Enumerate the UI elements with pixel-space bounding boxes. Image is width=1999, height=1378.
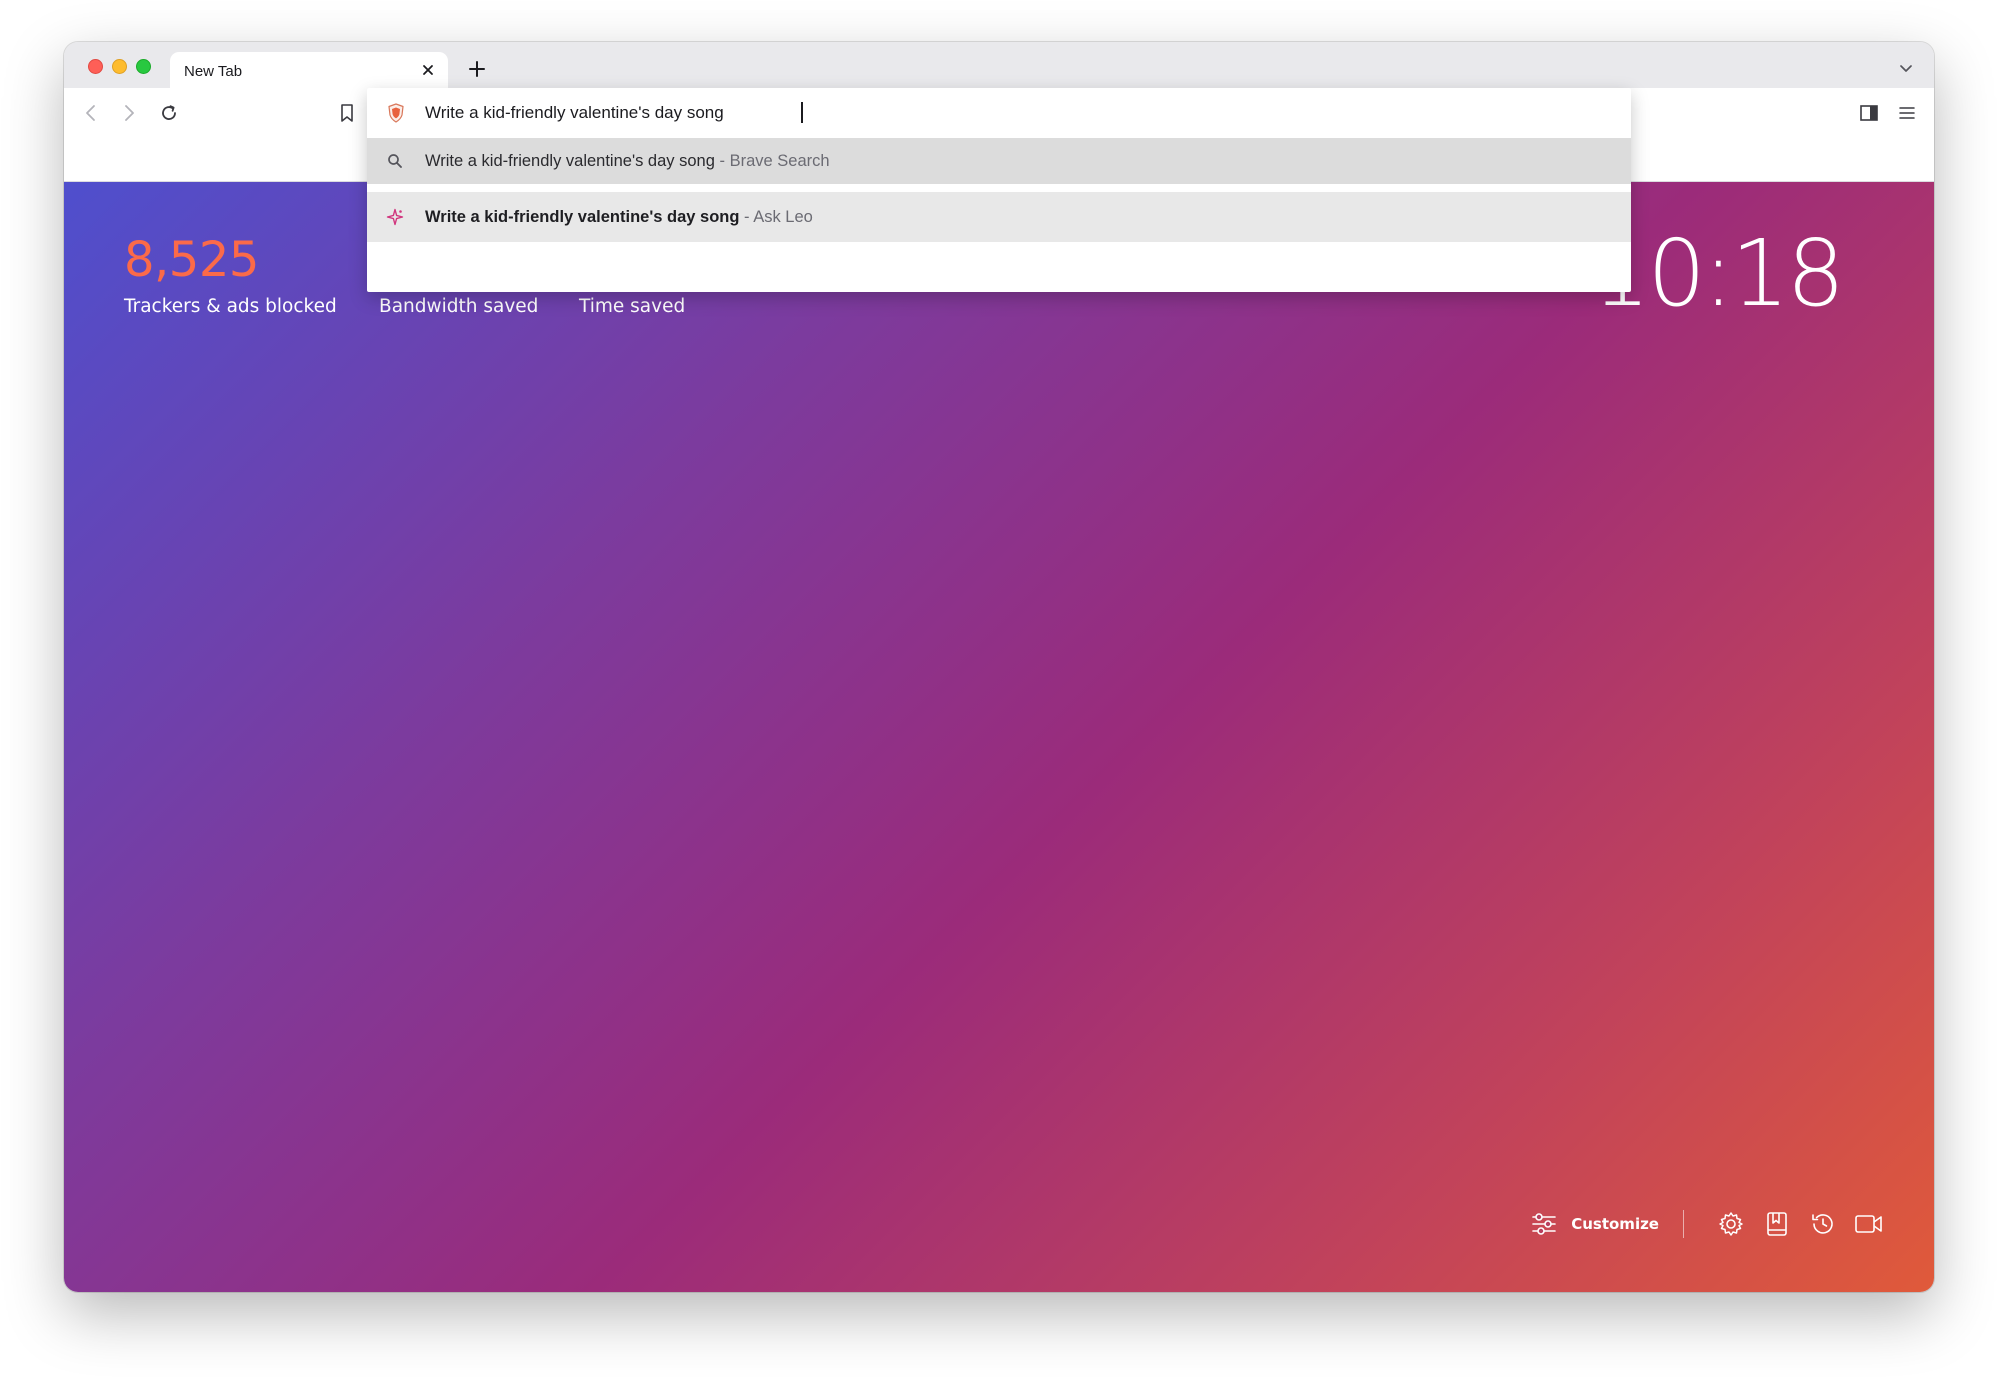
bandwidth-saved-label: Bandwidth saved	[379, 296, 539, 317]
history-button[interactable]	[1806, 1207, 1840, 1241]
trackers-blocked-count: 8,525	[124, 232, 259, 288]
video-call-icon	[1855, 1215, 1882, 1233]
address-bar	[367, 88, 1631, 138]
tab-strip: New Tab	[64, 42, 1934, 88]
omnibox-popup: Write a kid-friendly valentine's day son…	[367, 88, 1631, 292]
leo-sparkle-icon	[385, 207, 405, 227]
tab-title: New Tab	[184, 62, 243, 80]
suggestion-text: Write a kid-friendly valentine's day son…	[425, 208, 813, 227]
back-button[interactable]	[74, 88, 108, 138]
suggestion-query: Write a kid-friendly valentine's day son…	[425, 151, 715, 170]
search-icon	[385, 151, 405, 171]
reload-icon	[162, 105, 176, 120]
zoom-window-button[interactable]	[136, 59, 151, 74]
suggestion-source: Ask Leo	[753, 207, 813, 226]
time-saved-label: Time saved	[579, 296, 686, 317]
tab-new-tab[interactable]: New Tab	[170, 52, 448, 88]
back-arrow-icon	[86, 105, 95, 121]
brave-talk-button[interactable]	[1852, 1207, 1886, 1241]
customize-label: Customize	[1571, 1215, 1659, 1233]
suggestion-text: Write a kid-friendly valentine's day son…	[425, 152, 830, 171]
forward-arrow-icon	[125, 105, 134, 121]
suggestion-separator: -	[714, 151, 730, 170]
bookmark-button[interactable]	[330, 88, 364, 138]
trackers-blocked-label: Trackers & ads blocked	[124, 296, 337, 317]
sliders-icon	[1532, 1213, 1557, 1235]
tab-search-button[interactable]	[1894, 56, 1918, 80]
customize-button[interactable]: Customize	[1531, 1212, 1659, 1236]
bookmarks-icon	[1767, 1212, 1787, 1236]
settings-icon	[1719, 1212, 1743, 1236]
bottom-bar-divider	[1683, 1210, 1684, 1238]
sidebar-toggle-button[interactable]	[1852, 88, 1886, 138]
brave-shield-icon[interactable]	[385, 102, 407, 124]
close-window-button[interactable]	[88, 59, 103, 74]
omnibox-suggestion-search[interactable]: Write a kid-friendly valentine's day son…	[367, 138, 1631, 184]
history-icon	[1812, 1214, 1833, 1234]
bookmark-icon	[341, 104, 353, 122]
hamburger-menu-icon	[1899, 107, 1915, 119]
new-tab-button[interactable]	[462, 54, 492, 84]
browser-window: New Tab 8,525 Trackers & ads blocked Ban…	[64, 42, 1934, 1292]
reload-button[interactable]	[152, 88, 186, 138]
tab-close-icon[interactable]	[418, 60, 438, 80]
new-tab-page: 8,525 Trackers & ads blocked Bandwidth s…	[64, 182, 1934, 1292]
bookmarks-button[interactable]	[1760, 1207, 1794, 1241]
text-cursor	[801, 102, 803, 123]
omnibox-suggestion-leo[interactable]: Write a kid-friendly valentine's day son…	[367, 192, 1631, 242]
address-input[interactable]	[425, 98, 1605, 128]
bottom-toolbar: Customize	[1531, 1204, 1886, 1244]
plus-icon	[469, 61, 485, 77]
chevron-down-icon	[1900, 65, 1912, 72]
forward-button[interactable]	[112, 88, 146, 138]
suggestion-source: Brave Search	[729, 151, 830, 170]
minimize-window-button[interactable]	[112, 59, 127, 74]
settings-button[interactable]	[1714, 1207, 1748, 1241]
suggestion-query: Write a kid-friendly valentine's day son…	[425, 207, 740, 226]
sidebar-icon	[1860, 105, 1878, 121]
main-menu-button[interactable]	[1890, 88, 1924, 138]
suggestion-separator: -	[739, 207, 754, 226]
